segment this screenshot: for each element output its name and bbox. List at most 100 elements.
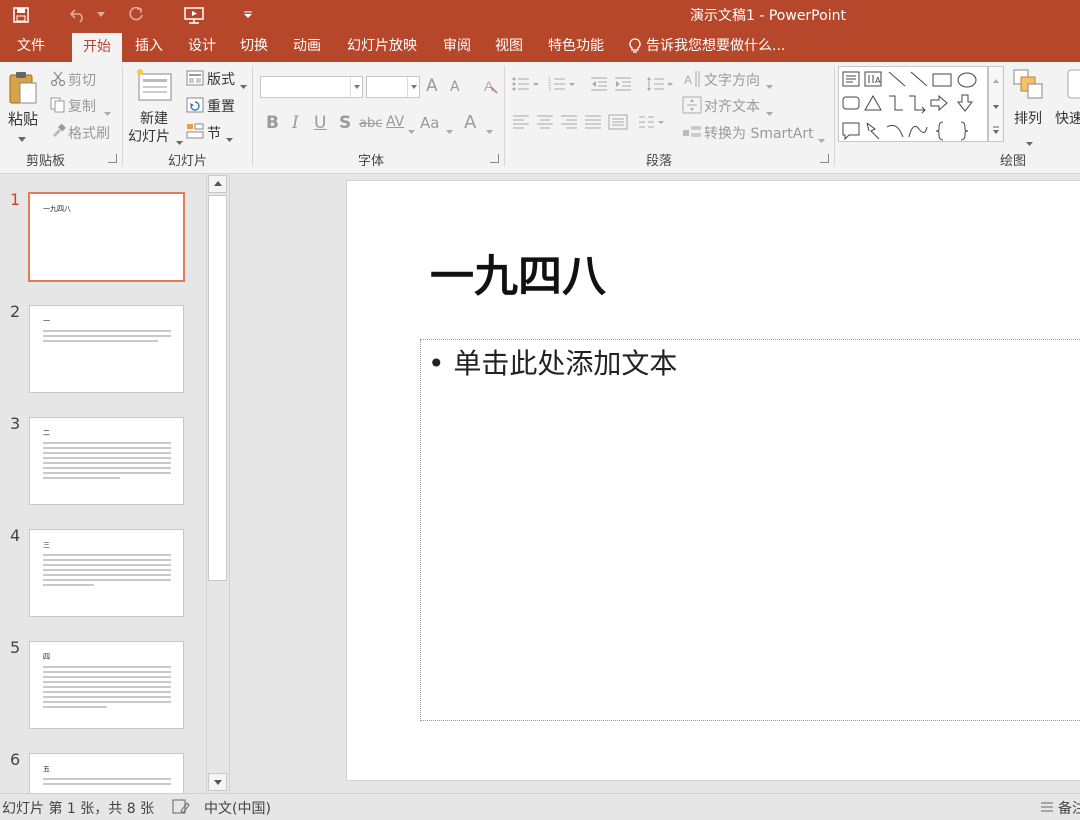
rounded-rectangle-shape-icon[interactable] (842, 96, 860, 110)
new-slide-dropdown-icon[interactable] (176, 133, 183, 149)
line-spacing-icon[interactable] (646, 76, 674, 96)
tab-home[interactable]: 开始 (72, 33, 122, 62)
undo-dropdown-icon[interactable] (94, 0, 108, 30)
arrange-dropdown-icon[interactable] (1026, 134, 1033, 150)
change-case-button[interactable]: Aa (420, 114, 439, 132)
shapes-gallery[interactable]: A (838, 66, 988, 142)
align-text-button[interactable]: 对齐文本 (704, 96, 760, 116)
callout-shape-icon[interactable] (842, 122, 860, 141)
vertical-text-box-shape-icon[interactable]: A (864, 71, 882, 87)
font-size-combobox[interactable] (366, 76, 420, 98)
right-brace-shape-icon[interactable] (960, 121, 969, 141)
tab-design[interactable]: 设计 (180, 30, 224, 62)
slide-thumbnail[interactable]: 一九四八 (28, 192, 185, 282)
arrow-line-shape-icon[interactable] (910, 71, 928, 87)
oval-shape-icon[interactable] (957, 72, 977, 88)
slide-thumbnail[interactable]: 三 (29, 529, 184, 617)
text-shadow-button[interactable]: S (339, 113, 351, 133)
undo-icon[interactable] (66, 0, 90, 30)
font-size-dropdown-icon[interactable] (407, 77, 419, 97)
decrease-indent-icon[interactable] (590, 76, 608, 96)
tell-me-box[interactable]: 告诉我您想要做什么... (628, 30, 785, 62)
layout-button[interactable]: 版式 (207, 69, 235, 89)
bold-button[interactable]: B (266, 113, 279, 133)
slide-thumbnail[interactable]: 四 (29, 641, 184, 729)
increase-indent-icon[interactable] (614, 76, 632, 96)
gallery-up-icon[interactable] (993, 79, 999, 83)
justify-icon[interactable] (584, 114, 602, 134)
new-slide-label-1[interactable]: 新建 (140, 108, 168, 128)
tab-insert[interactable]: 插入 (128, 30, 170, 62)
save-icon[interactable] (8, 0, 34, 30)
bullets-icon[interactable] (512, 76, 540, 96)
font-name-dropdown-icon[interactable] (350, 77, 362, 97)
notes-button[interactable]: 备注 (1058, 798, 1080, 818)
triangle-shape-icon[interactable] (864, 94, 882, 111)
start-slideshow-icon[interactable] (180, 0, 208, 30)
shapes-gallery-scroll[interactable] (988, 66, 1004, 142)
content-placeholder-text[interactable]: • 单击此处添加文本 (428, 342, 677, 382)
change-case-dropdown-icon[interactable] (446, 122, 453, 138)
format-painter-button[interactable]: 格式刷 (68, 123, 110, 143)
reset-button[interactable]: 重置 (207, 96, 235, 116)
align-center-icon[interactable] (536, 114, 554, 134)
convert-to-smartart-button[interactable]: 转换为 SmartArt (704, 123, 814, 143)
text-box-shape-icon[interactable] (842, 71, 860, 87)
italic-button[interactable]: I (292, 113, 299, 133)
font-name-combobox[interactable] (260, 76, 363, 98)
tab-animations[interactable]: 动画 (284, 30, 330, 62)
paragraph-launcher-icon[interactable] (820, 154, 829, 163)
align-right-icon[interactable] (560, 114, 578, 134)
slide-title[interactable]: 一九四八 (430, 240, 606, 304)
language-indicator[interactable]: 中文(中国) (204, 798, 271, 818)
new-slide-label-2[interactable]: 幻灯片 (128, 126, 170, 146)
gallery-more-icon[interactable] (993, 126, 999, 134)
arrange-button[interactable]: 排列 (1014, 108, 1042, 128)
customize-toolbar-icon[interactable] (240, 0, 256, 30)
columns-icon[interactable] (638, 114, 666, 134)
distributed-icon[interactable] (608, 114, 628, 134)
line-shape-icon[interactable] (888, 71, 906, 87)
right-arrow-shape-icon[interactable] (930, 94, 948, 112)
cut-button[interactable]: 剪切 (68, 70, 96, 90)
section-button[interactable]: 节 (207, 123, 221, 143)
smartart-dropdown-icon[interactable] (818, 131, 825, 147)
scroll-down-icon[interactable] (208, 773, 227, 791)
arc-shape-icon[interactable] (886, 124, 904, 138)
slide-thumbnail[interactable]: 一 (29, 305, 184, 393)
curve-shape-icon[interactable] (908, 125, 928, 138)
paste-dropdown-icon[interactable] (18, 130, 26, 146)
text-direction-button[interactable]: 文字方向 (704, 70, 760, 90)
elbow-connector-shape-icon[interactable] (889, 95, 903, 111)
copy-button[interactable]: 复制 (68, 96, 96, 116)
align-left-icon[interactable] (512, 114, 530, 134)
elbow-arrow-shape-icon[interactable] (909, 95, 926, 114)
tab-slideshow[interactable]: 幻灯片放映 (340, 30, 424, 62)
character-spacing-button[interactable]: AV (386, 114, 404, 130)
section-dropdown-icon[interactable] (226, 130, 233, 146)
paste-button[interactable] (8, 70, 38, 110)
lightning-shape-icon[interactable] (866, 122, 880, 140)
character-spacing-dropdown-icon[interactable] (408, 122, 415, 138)
clear-formatting-icon[interactable]: A (482, 77, 500, 99)
tab-review[interactable]: 审阅 (436, 30, 478, 62)
layout-dropdown-icon[interactable] (240, 77, 247, 93)
tab-special-features[interactable]: 特色功能 (540, 30, 612, 62)
left-brace-shape-icon[interactable] (935, 121, 944, 141)
text-direction-dropdown-icon[interactable] (766, 77, 773, 93)
clipboard-launcher-icon[interactable] (108, 154, 117, 163)
scroll-thumb[interactable] (208, 195, 227, 581)
spelling-check-icon[interactable] (172, 799, 190, 819)
down-arrow-shape-icon[interactable] (956, 94, 974, 112)
font-launcher-icon[interactable] (490, 154, 499, 163)
copy-dropdown-icon[interactable] (104, 104, 111, 120)
tab-file[interactable]: 文件 (4, 30, 58, 62)
content-placeholder[interactable] (420, 339, 1080, 721)
align-text-dropdown-icon[interactable] (766, 104, 773, 120)
underline-button[interactable]: U (314, 113, 326, 133)
numbering-icon[interactable]: 123 (548, 76, 576, 96)
rectangle-shape-icon[interactable] (932, 73, 952, 87)
slide-thumbnail[interactable]: 二 (29, 417, 184, 505)
grow-font-button[interactable]: A (426, 76, 438, 96)
shrink-font-button[interactable]: A (450, 79, 460, 95)
